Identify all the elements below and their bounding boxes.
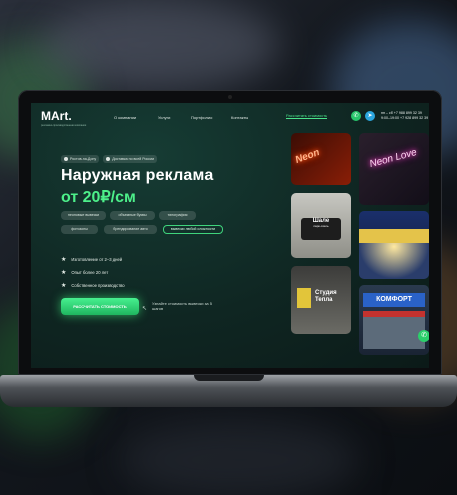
hours-time: 9:00–19:00 — [381, 116, 399, 120]
calculate-button[interactable]: РАССЧИТАТЬ СТОИМОСТЬ — [61, 298, 139, 315]
truck-icon — [106, 157, 111, 161]
gallery-studio-sign[interactable]: Студия Тепла — [291, 266, 351, 334]
chip-auto[interactable]: брендирование авто — [104, 225, 157, 234]
calculate-link[interactable]: Рассчитать стоимость — [286, 113, 328, 119]
neon-pink-text: Neon Love — [368, 146, 418, 171]
phone-block: пн – сб +7 988 899 32 39 9:00–19:00 +7 9… — [381, 111, 428, 121]
chip-neon[interactable]: неоновые вывески — [61, 211, 106, 220]
feature-item: ★ Изготовление от 2–3 дней — [61, 253, 125, 266]
chip-complex[interactable]: вывески любой сложности — [163, 225, 223, 234]
menu-item-about[interactable]: О компании — [114, 115, 136, 120]
star-icon: ★ — [61, 282, 67, 289]
station-lights — [359, 243, 429, 279]
gallery-neon-pink[interactable]: Neon Love — [359, 133, 429, 205]
hero-title: Наружная реклама — [61, 167, 214, 184]
feature-text: Изготовление от 2–3 дней — [71, 257, 123, 262]
star-icon: ★ — [61, 256, 67, 263]
site-header: MArt. рекламно-производственная компания… — [31, 103, 429, 133]
chip-print[interactable]: типография — [159, 211, 196, 220]
features-list: ★ Изготовление от 2–3 дней ★ Опыт более … — [61, 253, 125, 292]
studio-logo-icon — [297, 288, 311, 308]
hero-price: от 20₽/см — [61, 189, 136, 206]
laptop-screen-frame: MArt. рекламно-производственная компания… — [18, 90, 442, 375]
logo-tagline: рекламно-производственная компания — [41, 124, 87, 127]
gallery-chalet-sign[interactable]: Шале парк-отель — [291, 193, 351, 258]
button-note: Узнайте стоимость вывески за 5 шагов — [152, 301, 212, 311]
logo[interactable]: MArt. — [41, 109, 72, 123]
city-label: Ростов-на-Дону — [70, 157, 97, 161]
star-icon: ★ — [61, 269, 67, 276]
arrow-icon: ↖ — [142, 306, 148, 312]
whatsapp-fab-icon[interactable]: ✆ — [418, 330, 429, 342]
phone-1[interactable]: +7 988 899 32 39 — [394, 111, 422, 115]
menu-item-portfolio[interactable]: Портфолио — [191, 115, 212, 120]
shop-stripe — [363, 311, 425, 317]
feature-text: Опыт более 20 лет — [71, 270, 109, 275]
telegram-icon[interactable]: ➤ — [365, 111, 375, 121]
chip-photozones[interactable]: фотозоны — [61, 225, 98, 234]
delivery-label: Доставка по всей России — [112, 157, 155, 161]
map-pin-icon — [64, 157, 68, 161]
feature-text: Собственное производство — [71, 283, 125, 288]
feature-item: ★ Опыт более 20 лет — [61, 266, 125, 279]
chip-letters[interactable]: объемные буквы — [110, 211, 155, 220]
komfort-sign: КОМФОРТ — [363, 293, 425, 307]
whatsapp-icon[interactable]: ✆ — [351, 111, 361, 121]
laptop-notch — [193, 375, 264, 381]
gallery-neon-red[interactable]: Neon — [291, 133, 351, 185]
menu-item-services[interactable]: Услуги — [158, 115, 170, 120]
gallery-komfort-shop[interactable]: КОМФОРТ — [359, 285, 429, 355]
chalet-sub: парк-отель — [313, 224, 329, 228]
menu-item-contacts[interactable]: Контакты — [231, 115, 248, 120]
website-screen: MArt. рекламно-производственная компания… — [31, 103, 429, 368]
location-badges: Ростов-на-Дону Доставка по всей России — [61, 155, 158, 163]
gallery-gas-station[interactable] — [359, 211, 429, 279]
delivery-badge: Доставка по всей России — [103, 155, 158, 163]
hours-label: пн – сб — [381, 111, 393, 115]
studio-text: Студия Тепла — [315, 290, 337, 303]
phone-2[interactable]: +7 928 899 32 39 — [400, 116, 428, 120]
station-canopy — [359, 229, 429, 243]
laptop-base — [0, 375, 457, 407]
feature-item: ★ Собственное производство — [61, 279, 125, 292]
neon-sign-text: Neon — [293, 147, 322, 166]
location-badge: Ростов-на-Дону — [61, 155, 100, 163]
camera-icon — [228, 95, 232, 99]
chalet-sign: Шале парк-отель — [301, 218, 341, 240]
